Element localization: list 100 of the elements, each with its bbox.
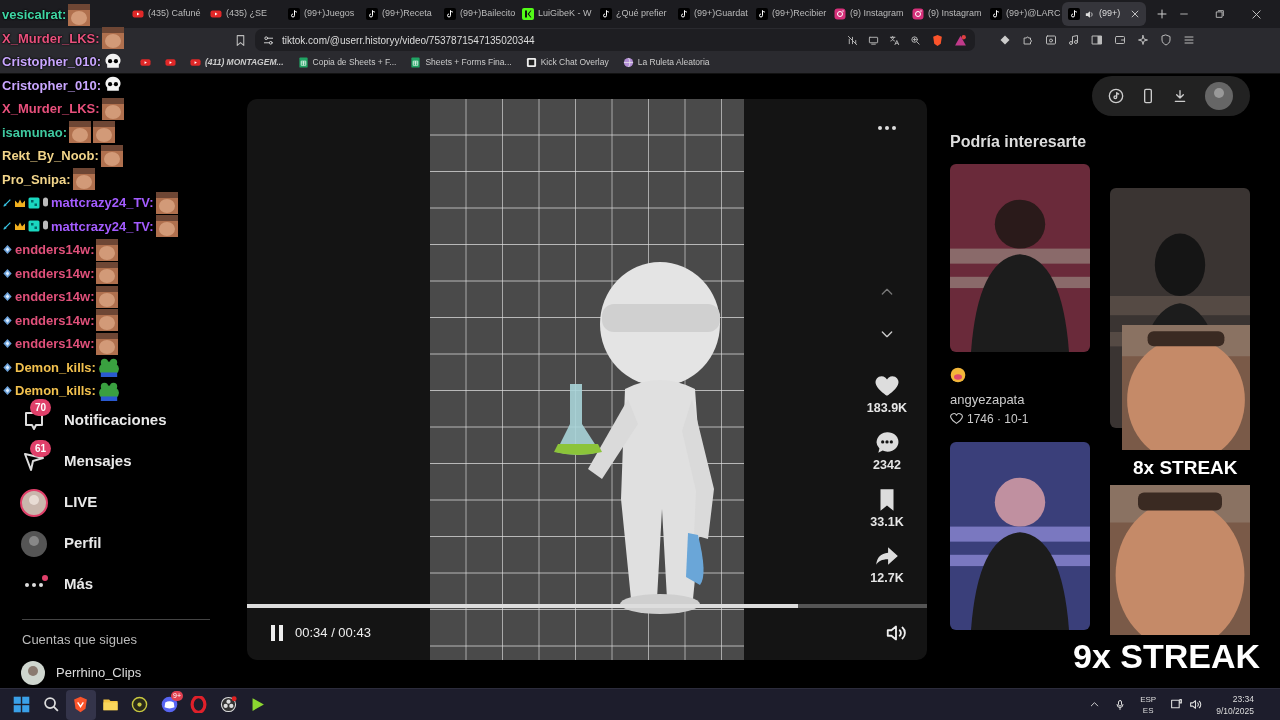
browser-tab[interactable]: (435) ¿SE <box>204 2 282 26</box>
microphone-icon <box>42 196 49 209</box>
close-icon[interactable] <box>1251 8 1262 20</box>
author-name[interactable]: angyezapata <box>950 390 1090 410</box>
browser-tab[interactable]: (435) Cafuné <box>126 2 204 26</box>
sidebar-icon[interactable] <box>1091 34 1103 46</box>
wallet-icon[interactable] <box>1114 34 1126 46</box>
browser-tab[interactable]: (99+) <box>1062 2 1146 26</box>
screenshot-icon[interactable] <box>1045 34 1057 46</box>
restore-icon[interactable] <box>1215 9 1225 19</box>
sidebar-item[interactable]: 70 Notificaciones <box>18 400 240 441</box>
emote-icon <box>155 215 178 238</box>
bookmark[interactable]: (411) MONTAGEM... <box>190 56 284 69</box>
stats-label: 1746 · 10-1 <box>967 410 1029 428</box>
bookmark[interactable]: La Ruleta Aleatoria <box>622 56 710 69</box>
bookmark-icon[interactable] <box>234 33 247 47</box>
music-note-icon <box>600 8 612 20</box>
avatar[interactable] <box>1204 81 1234 111</box>
site-settings-icon[interactable] <box>263 34 274 46</box>
streak-label: 8x STREAK <box>1133 456 1238 480</box>
sidebar-item[interactable]: LIVE <box>18 482 240 523</box>
bookmark[interactable]: Sheets + Forms Fina... <box>410 56 512 69</box>
comment-icon[interactable] <box>874 429 900 456</box>
sparkle-icon[interactable] <box>1137 34 1149 46</box>
emote-icon <box>101 97 124 120</box>
emote-icon <box>155 191 178 214</box>
gem-icon[interactable] <box>999 34 1011 46</box>
browser-tab[interactable]: ¿Qué prefier <box>594 2 672 26</box>
browser-tab[interactable]: (99+)Recibier <box>750 2 828 26</box>
triangle-icon[interactable] <box>954 33 967 47</box>
gem-icon <box>2 385 13 397</box>
microphone-icon[interactable] <box>1114 698 1127 711</box>
new-tab-icon[interactable] <box>1156 8 1168 20</box>
address-bar[interactable]: tiktok.com/@userr.historyy/video/7537871547135020344 <box>255 29 975 51</box>
music-note-icon <box>366 8 378 20</box>
chat-username: X_Murder_LKS: <box>2 29 100 48</box>
music-icon[interactable] <box>1068 34 1080 46</box>
windows-icon <box>13 696 31 713</box>
heart-outline-icon <box>950 412 963 425</box>
video-play-icon <box>132 8 144 20</box>
bookmark[interactable]: Copia de Sheets + F... <box>297 56 397 69</box>
browser-tab[interactable]: (99+)Receta <box>360 2 438 26</box>
zoom-icon[interactable] <box>910 34 921 46</box>
count-label: 2342 <box>873 456 901 474</box>
chat-username: Pro_Snipa: <box>2 170 71 189</box>
sidebar-item[interactable]: Más <box>18 564 240 605</box>
chat-username: X_Murder_LKS: <box>2 100 100 118</box>
video-play-icon <box>140 57 151 68</box>
no-signal-icon[interactable] <box>847 34 858 46</box>
emote-icon <box>96 285 119 308</box>
shield-icon[interactable] <box>931 33 944 47</box>
ring-icon <box>190 696 208 713</box>
sword-icon <box>2 197 12 208</box>
browser-tab[interactable]: (9) Instagram <box>906 2 984 26</box>
download-icon[interactable] <box>1172 88 1188 104</box>
browser-tab[interactable]: (99+)Juegos <box>282 2 360 26</box>
crown-icon <box>14 197 26 208</box>
menu-icon[interactable] <box>1183 34 1195 46</box>
cast-icon[interactable] <box>868 34 879 46</box>
browser-tab[interactable]: (99+)Bailecito <box>438 2 516 26</box>
account-item[interactable]: Perrhino_Clips <box>20 659 240 686</box>
sidebar-item[interactable]: Perfil <box>18 523 240 564</box>
puzzle-icon[interactable] <box>1022 34 1034 46</box>
gem-icon <box>2 267 13 279</box>
clock[interactable]: 23:34 9/10/2025 <box>1216 692 1254 717</box>
music-note-icon <box>756 8 768 20</box>
translate-icon[interactable] <box>889 34 900 46</box>
emote-icon <box>68 3 91 26</box>
sidebar-item[interactable]: 61 Mensajes <box>18 441 240 482</box>
close-icon[interactable] <box>1130 8 1140 19</box>
vpn-shield-icon[interactable] <box>1160 34 1172 46</box>
streak-label: 9x STREAK <box>1073 636 1261 677</box>
more-icon[interactable] <box>877 124 897 131</box>
taskbar-app[interactable] <box>66 689 96 720</box>
music-note-icon <box>990 8 1002 20</box>
tier-badge-icon <box>28 220 40 233</box>
chat-username: endders14w: <box>15 264 95 283</box>
chat-username: endders14w: <box>15 335 95 353</box>
browser-tab[interactable]: (99+)@LARC <box>984 2 1062 26</box>
emote-icon <box>96 262 119 285</box>
music-note-icon[interactable] <box>1108 88 1124 104</box>
frog-icon <box>97 357 120 378</box>
chat-username: endders14w: <box>15 288 95 306</box>
browser-tab[interactable]: (99+)Guardat <box>672 2 750 26</box>
browser-tab[interactable]: (9) Instagram <box>828 2 906 26</box>
video-player[interactable]: 183.9K 2342 33.1K 12.7K 00:34 / 00:43 <box>247 99 927 660</box>
emoji-icon <box>950 366 966 383</box>
music-note-icon <box>678 8 690 20</box>
language-indicator[interactable]: ESP ES <box>1140 693 1157 716</box>
network-icon[interactable] <box>1170 698 1184 711</box>
page-icon <box>525 57 537 68</box>
emote-icon <box>101 27 124 50</box>
chat-username: Cristopher_010: <box>2 53 101 71</box>
chevron-up-icon[interactable] <box>1089 699 1101 710</box>
volume-icon[interactable] <box>1189 698 1203 711</box>
chat-username: isamunao: <box>2 123 67 142</box>
music-note-icon <box>444 8 456 20</box>
bookmark[interactable]: Kick Chat Overlay <box>525 56 609 69</box>
browser-tab[interactable]: LuiGibeK - W <box>516 2 594 26</box>
pause-icon[interactable] <box>269 624 285 642</box>
